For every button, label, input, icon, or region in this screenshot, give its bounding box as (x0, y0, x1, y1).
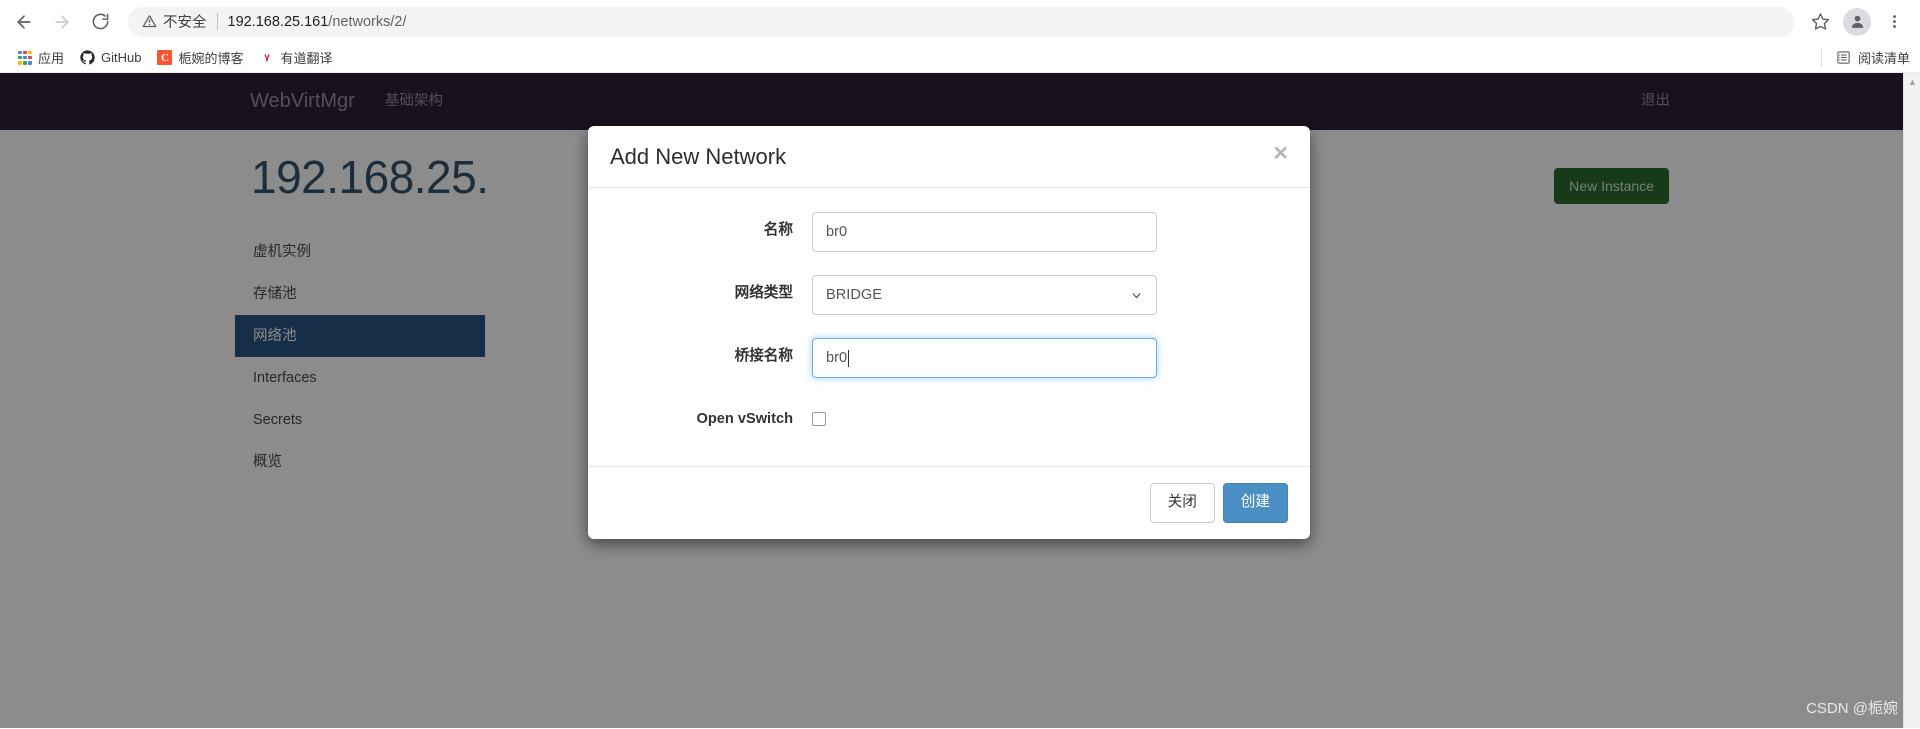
open-vswitch-checkbox[interactable] (812, 412, 826, 427)
three-dot-menu-icon[interactable] (1878, 6, 1910, 38)
reading-list-button[interactable]: 阅读清单 (1820, 48, 1910, 67)
bridge-name-wrap: br0 (812, 338, 1157, 379)
network-type-value: BRIDGE (826, 287, 882, 304)
modal-header: Add New Network × (588, 126, 1310, 189)
add-network-modal: Add New Network × 名称 br0 网络类型 BRIDGE 桥接名… (588, 126, 1310, 539)
page-viewport: WebVirtMgr 基础架构 退出 192.168.25. New Insta… (0, 73, 1920, 728)
bookmark-label: 栀婉的博客 (178, 51, 244, 66)
page-scrollbar[interactable]: ▲ (1903, 73, 1920, 728)
browser-toolbar: 不安全 192.168.25.161/networks/2/ (0, 0, 1920, 43)
scroll-up-arrow-icon[interactable]: ▲ (1904, 73, 1920, 90)
bookmark-label: 有道翻译 (280, 51, 333, 66)
forward-button[interactable] (44, 4, 80, 40)
open-vswitch-wrap (812, 401, 1157, 427)
bookmark-label: 应用 (38, 51, 65, 66)
modal-create-button[interactable]: 创建 (1222, 483, 1288, 523)
security-status-text: 不安全 (163, 15, 207, 31)
form-row-open-vswitch: Open vSwitch (610, 401, 1288, 429)
bridge-name-value: br0 (826, 350, 848, 367)
bookmark-csdn-blog[interactable]: C 栀婉的博客 (149, 45, 251, 70)
bookmarks-bar: 应用 GitHub C 栀婉的博客 ᵞ 有道翻译 阅读清单 (0, 43, 1920, 73)
chevron-down-icon (1130, 289, 1143, 302)
browser-chrome: 不安全 192.168.25.161/networks/2/ 应用 GitHub… (0, 0, 1920, 73)
apps-grid-icon (18, 50, 32, 65)
name-input[interactable]: br0 (812, 212, 1157, 253)
url-host: 192.168.25.161 (227, 13, 329, 30)
warning-triangle-icon (142, 14, 157, 29)
name-label: 名称 (763, 222, 793, 239)
reading-list-label: 阅读清单 (1857, 51, 1910, 66)
bridge-name-input[interactable]: br0 (812, 338, 1157, 379)
network-type-select[interactable]: BRIDGE (812, 275, 1157, 316)
close-icon[interactable]: × (1273, 141, 1288, 165)
bookmark-github[interactable]: GitHub (72, 47, 149, 68)
network-type-wrap: BRIDGE (812, 275, 1157, 316)
bridge-name-label: 桥接名称 (734, 348, 793, 365)
youdao-icon: ᵞ (264, 49, 270, 66)
open-vswitch-label: Open vSwitch (696, 411, 794, 428)
form-row-network-type: 网络类型 BRIDGE (610, 275, 1288, 316)
network-type-label: 网络类型 (734, 285, 793, 302)
form-row-bridge-name: 桥接名称 br0 (610, 338, 1288, 379)
modal-close-button[interactable]: 关闭 (1149, 483, 1215, 523)
form-row-name: 名称 br0 (610, 212, 1288, 253)
csdn-watermark: CSDN @栀婉 (1806, 700, 1898, 717)
url-text: 192.168.25.161/networks/2/ (228, 14, 407, 30)
bookmark-apps[interactable]: 应用 (10, 45, 72, 70)
reload-button[interactable] (82, 4, 118, 40)
text-caret (848, 349, 850, 367)
name-field-wrap: br0 (812, 212, 1157, 253)
url-path: /networks/2/ (328, 13, 407, 30)
address-bar[interactable]: 不安全 192.168.25.161/networks/2/ (128, 6, 1794, 37)
star-icon[interactable] (1804, 6, 1836, 38)
profile-avatar-icon[interactable] (1843, 7, 1871, 36)
modal-footer: 关闭 创建 (588, 466, 1310, 539)
csdn-icon: C (157, 50, 173, 65)
modal-title: Add New Network (610, 144, 787, 169)
bookmark-label: GitHub (101, 50, 142, 65)
bookmark-youdao-translate[interactable]: ᵞ 有道翻译 (252, 45, 341, 70)
github-icon (80, 50, 95, 65)
modal-body: 名称 br0 网络类型 BRIDGE 桥接名称 br0 Open vSwitch (588, 188, 1310, 466)
omnibox-divider (216, 13, 218, 30)
back-button[interactable] (6, 4, 42, 40)
reading-list-icon (1836, 50, 1851, 65)
